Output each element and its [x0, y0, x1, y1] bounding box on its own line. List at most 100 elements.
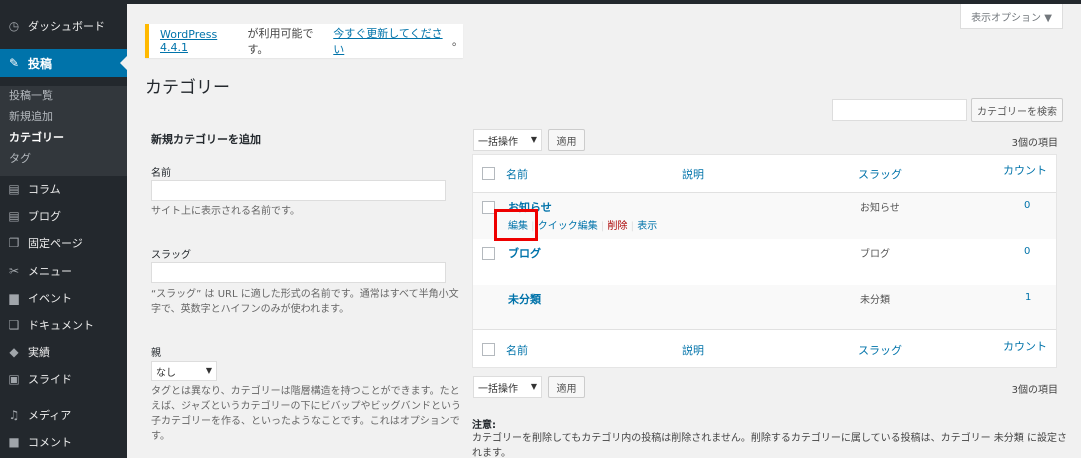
slug-hint: “スラッグ” は URL に適した形式の名前です。通常はすべて半角小文字で、英数… [151, 289, 459, 315]
parent-hint: タグとは異なり、カテゴリーは階層構造を持つことができます。たとえば、ジャズという… [151, 386, 461, 442]
sidebar-item-label: ダッシュボード [28, 20, 105, 33]
sidebar-item-dashboard[interactable]: ◷ ダッシュボード [0, 13, 127, 39]
dashboard-icon: ◷ [8, 19, 20, 33]
column-footer-description[interactable]: 説明 [682, 342, 704, 358]
column-header-slug[interactable]: スラッグ [858, 166, 902, 182]
sidebar-item-label: 実績 [28, 346, 50, 359]
results-icon: ◆ [9, 345, 19, 359]
parent-select[interactable]: なし ▼ [151, 361, 217, 381]
sidebar-item-pages[interactable]: ❐ 固定ページ [0, 230, 127, 256]
admin-sidebar: ◷ ダッシュボード ✎ 投稿 投稿一覧 新規追加 カテゴリー タグ ▤ コラム … [0, 4, 127, 458]
items-count-bottom: 3個の項目 [1011, 385, 1058, 396]
category-name-link[interactable]: 未分類 [508, 291, 541, 307]
sidebar-item-menu[interactable]: ✂ メニュー [0, 258, 127, 284]
table-row: ブログ ブログ 0 [473, 239, 1056, 285]
sidebar-item-label: イベント [28, 292, 72, 305]
sidebar-item-column[interactable]: ▤ コラム [0, 176, 127, 202]
parent-label: 親 [151, 348, 161, 359]
submenu-tags[interactable]: タグ [9, 150, 31, 166]
column-header-description[interactable]: 説明 [682, 166, 704, 182]
table-footer-row: 名前 説明 スラッグ カウント [473, 331, 1056, 368]
slug-label: スラッグ [151, 250, 191, 261]
event-icon: ▆ [9, 291, 19, 305]
delete-link[interactable]: 削除 [607, 221, 627, 232]
sidebar-item-label: コラム [28, 183, 61, 196]
sidebar-item-label: 固定ページ [28, 237, 83, 250]
bulk-actions-select-bottom[interactable]: 一括操作 ▼ [473, 376, 542, 398]
highlight-box [494, 209, 538, 241]
column-header-count[interactable]: カウント [1003, 162, 1047, 178]
select-all-checkbox[interactable] [482, 167, 495, 180]
bulk-actions-value: 一括操作 [478, 136, 518, 148]
sidebar-item-results[interactable]: ◆ 実績 [0, 339, 127, 365]
select-all-checkbox[interactable] [482, 343, 495, 356]
sidebar-item-media[interactable]: ♫ メディア [0, 402, 127, 428]
wordpress-version-link[interactable]: WordPress 4.4.1 [160, 28, 248, 54]
search-categories-button[interactable]: カテゴリーを検索 [971, 98, 1063, 122]
count-link[interactable]: 0 [1024, 246, 1030, 257]
sidebar-item-label: スライド [28, 373, 72, 386]
chevron-down-icon: ▼ [205, 366, 212, 375]
notice-end: 。 [452, 35, 463, 48]
sidebar-item-label: コメント [28, 436, 72, 449]
search-input[interactable] [832, 99, 967, 121]
admin-bar [0, 0, 1081, 4]
update-now-link[interactable]: 今すぐ更新してください [333, 25, 452, 57]
submenu-add-new[interactable]: 新規追加 [9, 108, 53, 124]
pin-icon: ✎ [8, 56, 20, 70]
sidebar-item-slide[interactable]: ▣ スライド [0, 366, 127, 392]
document-icon: ❑ [8, 318, 20, 332]
sidebar-item-posts[interactable]: ✎ 投稿 [0, 49, 127, 77]
apply-button[interactable]: 適用 [548, 129, 585, 151]
slug-cell: ブログ [860, 249, 890, 260]
sidebar-item-label: 投稿 [28, 56, 53, 71]
count-link[interactable]: 0 [1024, 200, 1030, 211]
sidebar-item-label: ドキュメント [28, 319, 94, 332]
slug-cell: お知らせ [860, 203, 900, 214]
column-header-name[interactable]: 名前 [506, 166, 528, 182]
sidebar-item-label: メニュー [28, 265, 72, 278]
sidebar-item-event[interactable]: ▆ イベント [0, 285, 127, 311]
apply-button-bottom[interactable]: 適用 [548, 376, 585, 398]
bulk-actions-value: 一括操作 [478, 383, 518, 395]
items-count: 3個の項目 [1011, 138, 1058, 149]
slide-icon: ▣ [8, 372, 20, 386]
note-title: 注意: [472, 420, 496, 431]
slug-field[interactable] [151, 262, 446, 283]
count-link[interactable]: 1 [1025, 292, 1031, 303]
name-hint: サイト上に表示される名前です。 [151, 206, 300, 217]
column-footer-count[interactable]: カウント [1003, 338, 1047, 354]
media-icon: ♫ [8, 408, 20, 422]
sidebar-item-comments[interactable]: ■ コメント [0, 429, 127, 455]
update-notice: WordPress 4.4.1 が利用可能です。 今すぐ更新してください 。 [145, 24, 463, 58]
slug-cell: 未分類 [860, 295, 890, 306]
menu-icon: ✂ [8, 264, 20, 278]
sidebar-item-label: ブログ [28, 210, 61, 223]
categories-table: 名前 説明 スラッグ カウント お知らせ 編集 | クイック編集 | 削除 | … [472, 154, 1057, 368]
page-title: カテゴリー [145, 78, 230, 98]
row-checkbox[interactable] [482, 247, 495, 260]
chevron-down-icon: ▼ [530, 135, 537, 144]
submenu-categories[interactable]: カテゴリー [9, 129, 64, 145]
quick-edit-link[interactable]: クイック編集 [538, 221, 598, 232]
bulk-actions-select[interactable]: 一括操作 ▼ [473, 129, 542, 151]
sidebar-item-document[interactable]: ❑ ドキュメント [0, 312, 127, 338]
sidebar-item-label: メディア [28, 409, 72, 422]
submenu-all-posts[interactable]: 投稿一覧 [9, 87, 53, 103]
category-name-link[interactable]: ブログ [508, 245, 541, 261]
view-link[interactable]: 表示 [637, 221, 657, 232]
comment-icon: ■ [8, 435, 20, 449]
page-icon: ❐ [8, 236, 20, 250]
table-row: 未分類 未分類 1 [473, 285, 1056, 330]
table-row: お知らせ 編集 | クイック編集 | 削除 | 表示 お知らせ 0 [473, 193, 1056, 239]
sidebar-item-blog[interactable]: ▤ ブログ [0, 203, 127, 229]
posts-submenu: 投稿一覧 新規追加 カテゴリー タグ [0, 86, 127, 176]
column-footer-slug[interactable]: スラッグ [858, 342, 902, 358]
add-category-heading: 新規カテゴリーを追加 [151, 133, 261, 146]
screen-options-button[interactable]: 表示オプション ▼ [960, 4, 1063, 29]
column-footer-name[interactable]: 名前 [506, 342, 528, 358]
name-field[interactable] [151, 180, 446, 201]
table-header-row: 名前 説明 スラッグ カウント [473, 155, 1056, 193]
blog-icon: ▤ [8, 209, 20, 223]
column-icon: ▤ [8, 182, 20, 196]
